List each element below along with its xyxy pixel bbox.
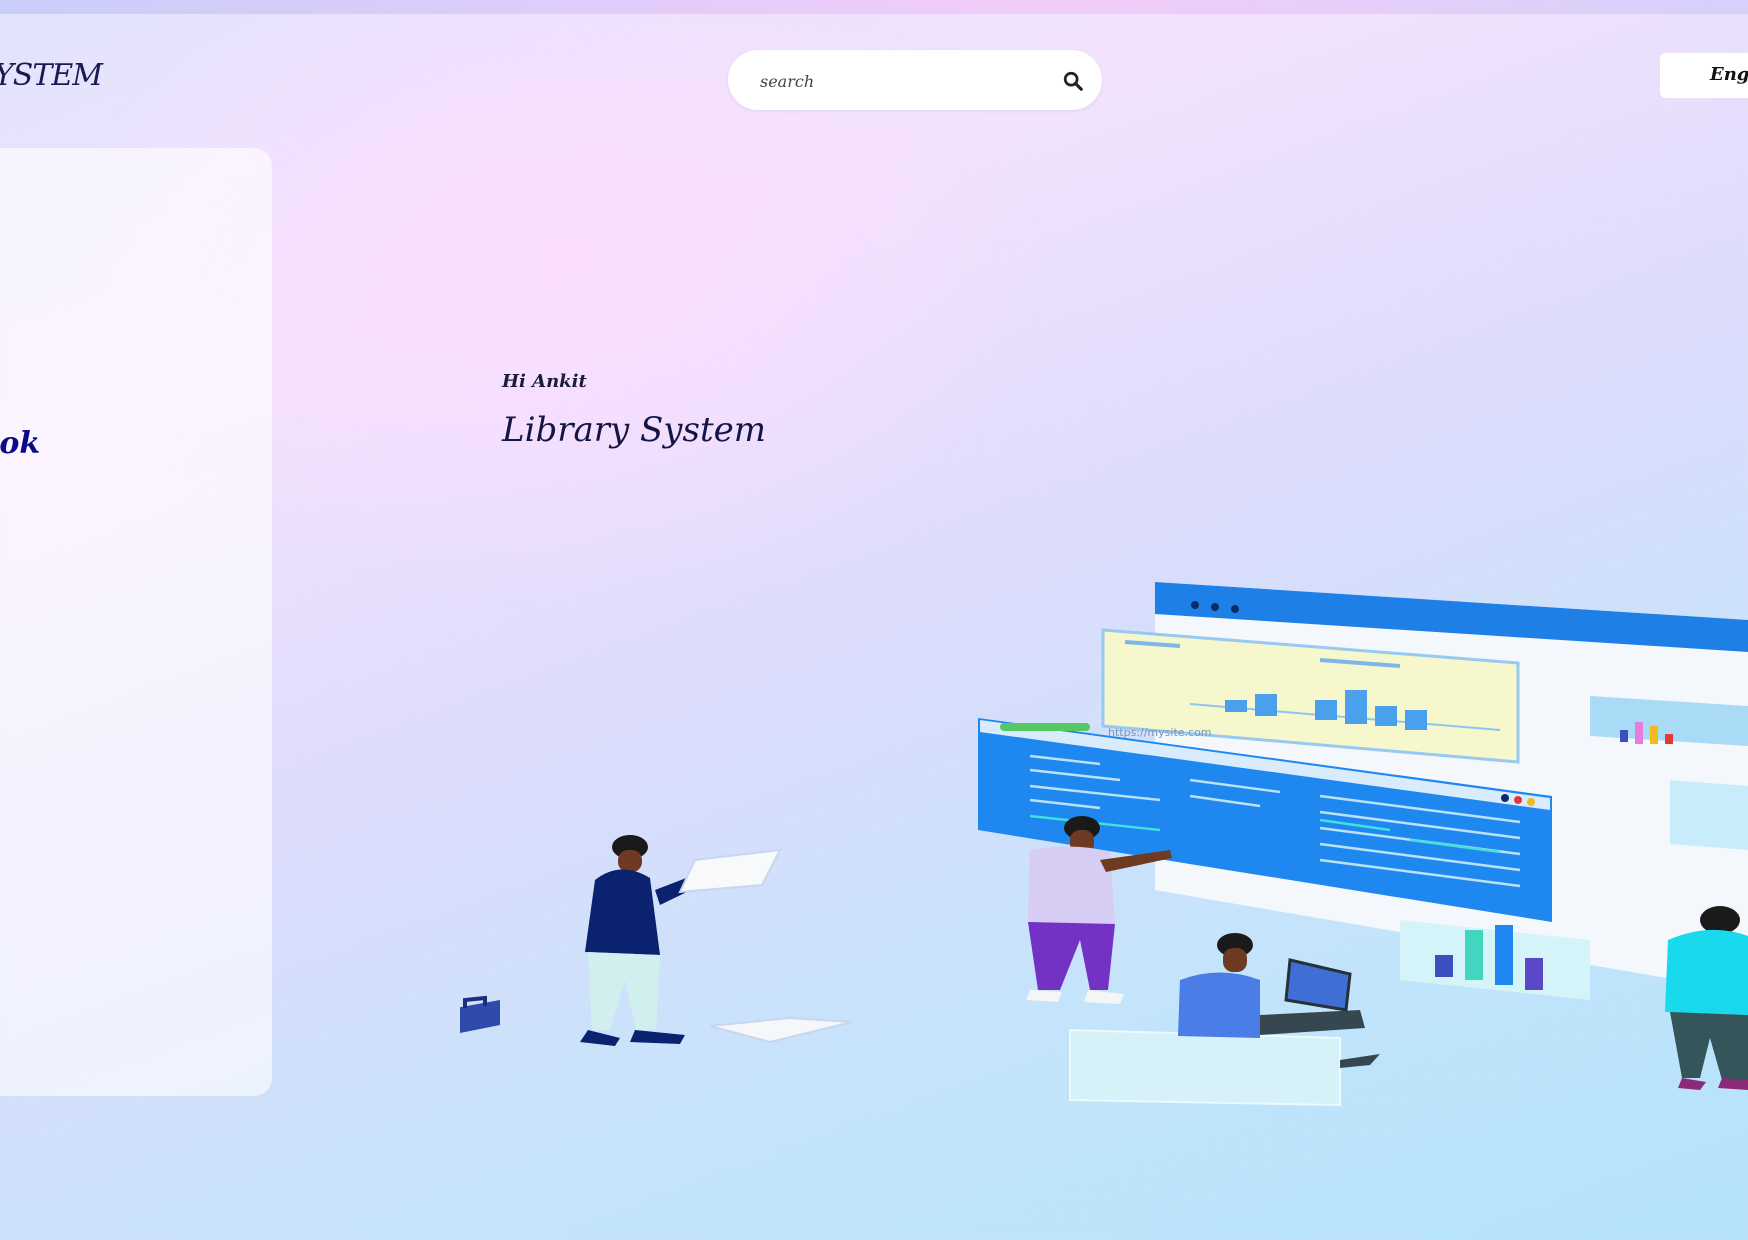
greeting-text: Hi Ankit (502, 371, 587, 392)
browser-url: https://mysite.com (1108, 726, 1212, 739)
search-input[interactable] (758, 64, 1052, 98)
sidebar (0, 148, 272, 1096)
search-bar[interactable] (728, 50, 1102, 110)
search-icon[interactable] (1062, 70, 1084, 92)
sidebar-item-book[interactable]: Book (0, 426, 40, 461)
dashboard-illustration: https://mysite.com (460, 582, 1748, 1107)
top-gradient-bar (0, 0, 1748, 14)
hero-title: Library System (502, 410, 766, 450)
person-laptop (1069, 933, 1380, 1107)
app-logo[interactable]: YSTEM (0, 58, 103, 93)
language-label: Engli (1710, 64, 1748, 85)
language-selector[interactable]: Engli (1660, 53, 1748, 98)
person-reading (460, 835, 853, 1046)
